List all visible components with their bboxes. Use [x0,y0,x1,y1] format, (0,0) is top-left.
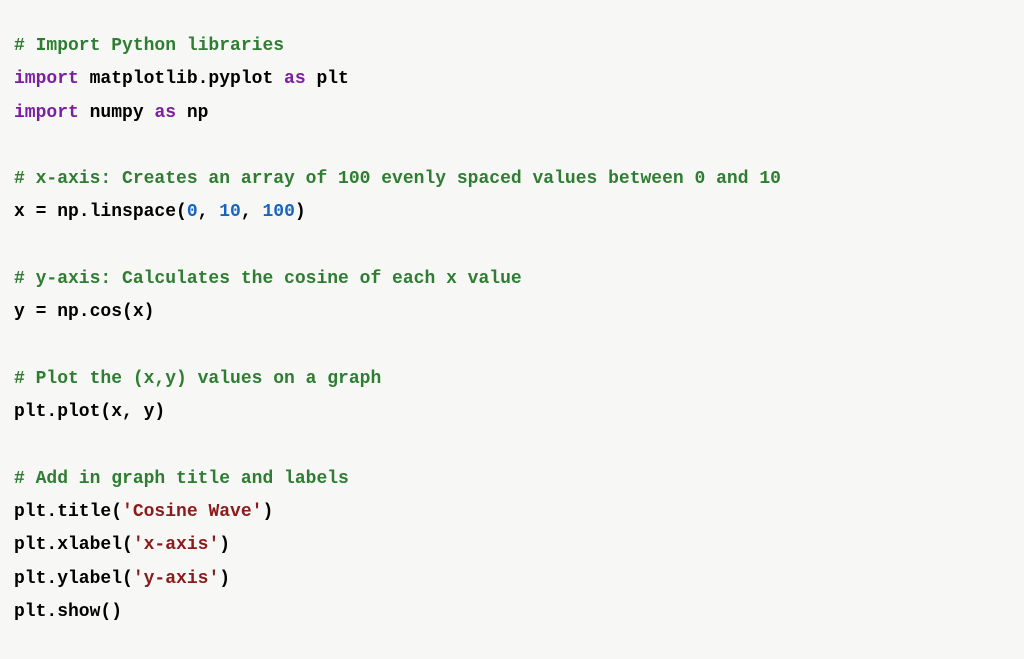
number-literal: 0 [187,202,198,222]
code-text: plt.show() [14,602,122,622]
keyword-import: import [14,103,79,123]
keyword-as: as [154,103,176,123]
comment-labels: # Add in graph title and labels [14,469,349,489]
code-block: # Import Python libraries import matplot… [14,30,1010,629]
code-text: ) [219,535,230,555]
comment-xaxis: # x-axis: Creates an array of 100 evenly… [14,169,781,189]
code-text: , [198,202,220,222]
comment-yaxis: # y-axis: Calculates the cosine of each … [14,269,522,289]
number-literal: 10 [219,202,241,222]
code-text: np [176,103,208,123]
keyword-import: import [14,69,79,89]
code-text: plt.ylabel( [14,569,133,589]
code-text: y = np.cos(x) [14,302,154,322]
code-text: x = np.linspace( [14,202,187,222]
code-text: plt.plot(x, y) [14,402,165,422]
number-literal: 100 [262,202,294,222]
code-text: plt.title( [14,502,122,522]
string-literal: 'y-axis' [133,569,219,589]
code-text: ) [219,569,230,589]
comment-plot: # Plot the (x,y) values on a graph [14,369,381,389]
code-text: matplotlib.pyplot [79,69,284,89]
string-literal: 'x-axis' [133,535,219,555]
keyword-as: as [284,69,306,89]
string-literal: 'Cosine Wave' [122,502,262,522]
code-text: plt.xlabel( [14,535,133,555]
code-text: plt [306,69,349,89]
code-text: ) [295,202,306,222]
comment-import: # Import Python libraries [14,36,284,56]
code-text: ) [262,502,273,522]
code-text: numpy [79,103,155,123]
code-text: , [241,202,263,222]
